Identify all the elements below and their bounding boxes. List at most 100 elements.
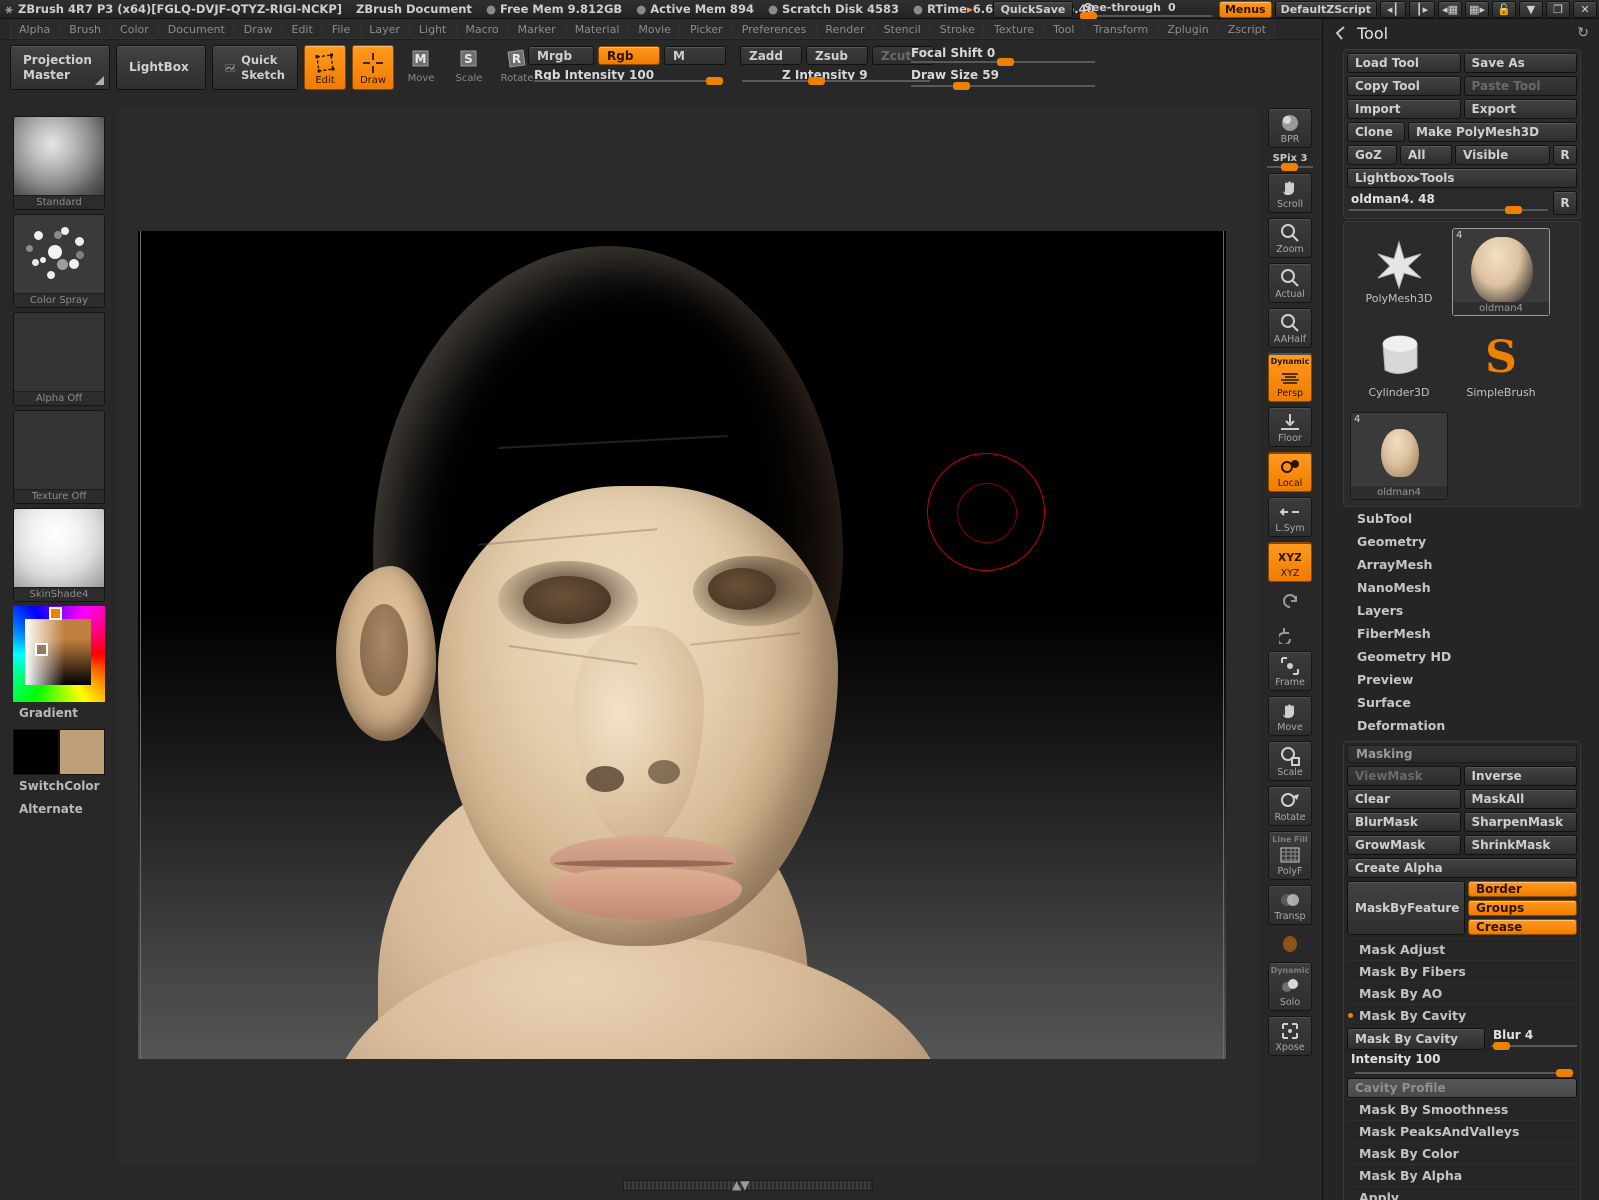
edit-button[interactable]: Edit — [304, 45, 346, 90]
menu-item-edit[interactable]: Edit — [282, 19, 322, 39]
menus-button[interactable]: Menus — [1218, 1, 1272, 18]
copy-tool-button[interactable]: Copy Tool — [1347, 76, 1461, 96]
secondary-color-swatch[interactable] — [59, 729, 105, 775]
lightbox-tools-button[interactable]: Lightbox▸Tools — [1347, 168, 1577, 188]
visible-button[interactable]: Visible — [1455, 145, 1550, 165]
spix-slider[interactable]: SPix 3 — [1267, 153, 1313, 171]
strip-zoom-button[interactable]: Zoom — [1268, 218, 1312, 258]
save-as-button[interactable]: Save As — [1463, 53, 1577, 73]
tool-thumbnail-simplebrush[interactable]: S SimpleBrush — [1452, 320, 1550, 408]
goz-button[interactable]: GoZ — [1347, 145, 1397, 165]
tool-thumbnail-oldman4-small[interactable]: 4 oldman4 — [1350, 412, 1448, 500]
intensity-slider[interactable]: Intensity 100 — [1347, 1052, 1577, 1078]
menu-item-zscript[interactable]: Zscript — [1218, 19, 1275, 39]
maximize-icon[interactable]: ❐ — [1546, 1, 1570, 18]
strip-solo-button[interactable]: Dynamic Solo — [1268, 962, 1312, 1011]
tool-thumbnail-oldman4-large[interactable]: 4 oldman4 — [1452, 228, 1550, 316]
maskall-button[interactable]: MaskAll — [1463, 789, 1577, 809]
zscript-next-button[interactable]: ⎮▸ — [1409, 1, 1435, 18]
inverse-button[interactable]: Inverse — [1463, 766, 1577, 786]
mask-row-mask-by-cavity[interactable]: Mask By Cavity — [1347, 1004, 1577, 1026]
zsub-button[interactable]: Zsub — [806, 46, 868, 65]
strip-scale-button[interactable]: Scale — [1268, 741, 1312, 781]
menu-item-material[interactable]: Material — [565, 19, 629, 39]
strip-xpose-button[interactable]: Xpose — [1268, 1016, 1312, 1056]
menu-item-brush[interactable]: Brush — [60, 19, 111, 39]
menu-item-layer[interactable]: Layer — [360, 19, 409, 39]
mask-row-mask-by-fibers[interactable]: Mask By Fibers — [1347, 960, 1577, 982]
menu-item-tool[interactable]: Tool — [1044, 19, 1084, 39]
color-picker[interactable] — [13, 606, 105, 702]
strip-xyz-button[interactable]: XYZ XYZ — [1268, 542, 1312, 582]
brush-thumbnail[interactable]: Standard — [13, 116, 105, 210]
tool-menu-fibermesh[interactable]: FiberMesh — [1343, 622, 1599, 645]
tool-menu-preview[interactable]: Preview — [1343, 668, 1599, 691]
switch-color-button[interactable]: SwitchColor — [13, 779, 105, 798]
default-zscript-button[interactable]: DefaultZScript — [1274, 1, 1377, 18]
menu-item-marker[interactable]: Marker — [508, 19, 565, 39]
alternate-button[interactable]: Alternate — [13, 802, 105, 821]
strip-persp-button[interactable]: Dynamic Persp — [1268, 353, 1312, 402]
see-through-slider[interactable]: See-through 0 — [1076, 1, 1216, 20]
growmask-button[interactable]: GrowMask — [1347, 835, 1461, 855]
menu-item-render[interactable]: Render — [816, 19, 874, 39]
quick-sketch-button[interactable]: Quick Sketch — [212, 45, 298, 90]
rgb-button[interactable]: Rgb — [598, 46, 660, 65]
menu-item-picker[interactable]: Picker — [680, 19, 732, 39]
clear-mask-button[interactable]: Clear — [1347, 789, 1461, 809]
make-polymesh3d-button[interactable]: Make PolyMesh3D — [1408, 122, 1577, 142]
strip-aahalf-button[interactable]: AAHalf — [1268, 308, 1312, 348]
stroke-thumbnail[interactable]: Color Spray — [13, 214, 105, 308]
clone-button[interactable]: Clone — [1347, 122, 1405, 142]
draw-button[interactable]: Draw — [352, 45, 394, 90]
mask-crease-toggle[interactable]: Crease — [1468, 919, 1577, 935]
tool-thumbnail-polymesh3d[interactable]: PolyMesh3D — [1350, 228, 1448, 316]
gradient-button[interactable]: Gradient — [13, 706, 105, 725]
strip-rotate-ccw-button[interactable] — [1268, 587, 1312, 614]
m-button[interactable]: M — [664, 46, 726, 65]
strip-l-sym-button[interactable]: L.Sym — [1268, 497, 1312, 537]
all-button[interactable]: All — [1400, 145, 1452, 165]
mask-row-mask-by-ao[interactable]: Mask By AO — [1347, 982, 1577, 1004]
mask-row-mask-adjust[interactable]: Mask Adjust — [1347, 938, 1577, 960]
mask-row-mask-by-color[interactable]: Mask By Color — [1347, 1142, 1577, 1164]
mask-row-apply[interactable]: Apply — [1347, 1186, 1577, 1200]
sharpenmask-button[interactable]: SharpenMask — [1463, 812, 1577, 832]
visible-r-button[interactable]: R — [1553, 145, 1577, 165]
strip-polyf-button[interactable]: Line Fill PolyF — [1268, 831, 1312, 880]
scale-button[interactable]: S Scale — [448, 45, 490, 90]
color-swatches[interactable] — [13, 729, 105, 775]
back-arrow-icon[interactable] — [1333, 25, 1349, 41]
viewmask-button[interactable]: ViewMask — [1347, 766, 1461, 786]
main-color-swatch[interactable] — [13, 729, 59, 775]
menu-item-texture[interactable]: Texture — [984, 19, 1044, 39]
move-button[interactable]: M Move — [400, 45, 442, 90]
lock-icon[interactable]: 🔓 — [1492, 1, 1516, 18]
current-tool-slider[interactable]: oldman4. 48 — [1347, 192, 1550, 214]
document-canvas[interactable] — [138, 231, 1226, 1059]
tool-menu-surface[interactable]: Surface — [1343, 691, 1599, 714]
menu-item-transform[interactable]: Transform — [1084, 19, 1158, 39]
rgb-intensity-slider[interactable]: Rgb Intensity 100 — [528, 68, 723, 85]
menu-item-stroke[interactable]: Stroke — [930, 19, 984, 39]
sculpted-head-model[interactable] — [318, 236, 1008, 1059]
mask-border-toggle[interactable]: Border — [1468, 881, 1577, 897]
menu-item-file[interactable]: File — [322, 19, 360, 39]
strip-rotate-cw-button[interactable] — [1268, 619, 1312, 646]
menu-item-movie[interactable]: Movie — [629, 19, 680, 39]
export-button[interactable]: Export — [1463, 99, 1577, 119]
mask-row-mask-by-alpha[interactable]: Mask By Alpha — [1347, 1164, 1577, 1186]
menu-item-document[interactable]: Document — [158, 19, 234, 39]
menu-item-macro[interactable]: Macro — [456, 19, 508, 39]
tool-menu-subtool[interactable]: SubTool — [1343, 507, 1599, 530]
menu-item-color[interactable]: Color — [111, 19, 158, 39]
maskbyfeature-button[interactable]: MaskByFeature — [1347, 881, 1465, 935]
strip-actual-button[interactable]: Actual — [1268, 263, 1312, 303]
strip-rotate-button[interactable]: Rotate — [1268, 786, 1312, 826]
texture-thumbnail[interactable]: Texture Off — [13, 410, 105, 504]
draw-size-slider[interactable]: Draw Size 59 — [905, 68, 1097, 90]
strip-scroll-button[interactable]: Scroll — [1268, 173, 1312, 213]
zscript-prev-button[interactable]: ◂⎮ — [1380, 1, 1406, 18]
tool-menu-layers[interactable]: Layers — [1343, 599, 1599, 622]
focal-shift-slider[interactable]: Focal Shift 0 — [905, 46, 1097, 66]
